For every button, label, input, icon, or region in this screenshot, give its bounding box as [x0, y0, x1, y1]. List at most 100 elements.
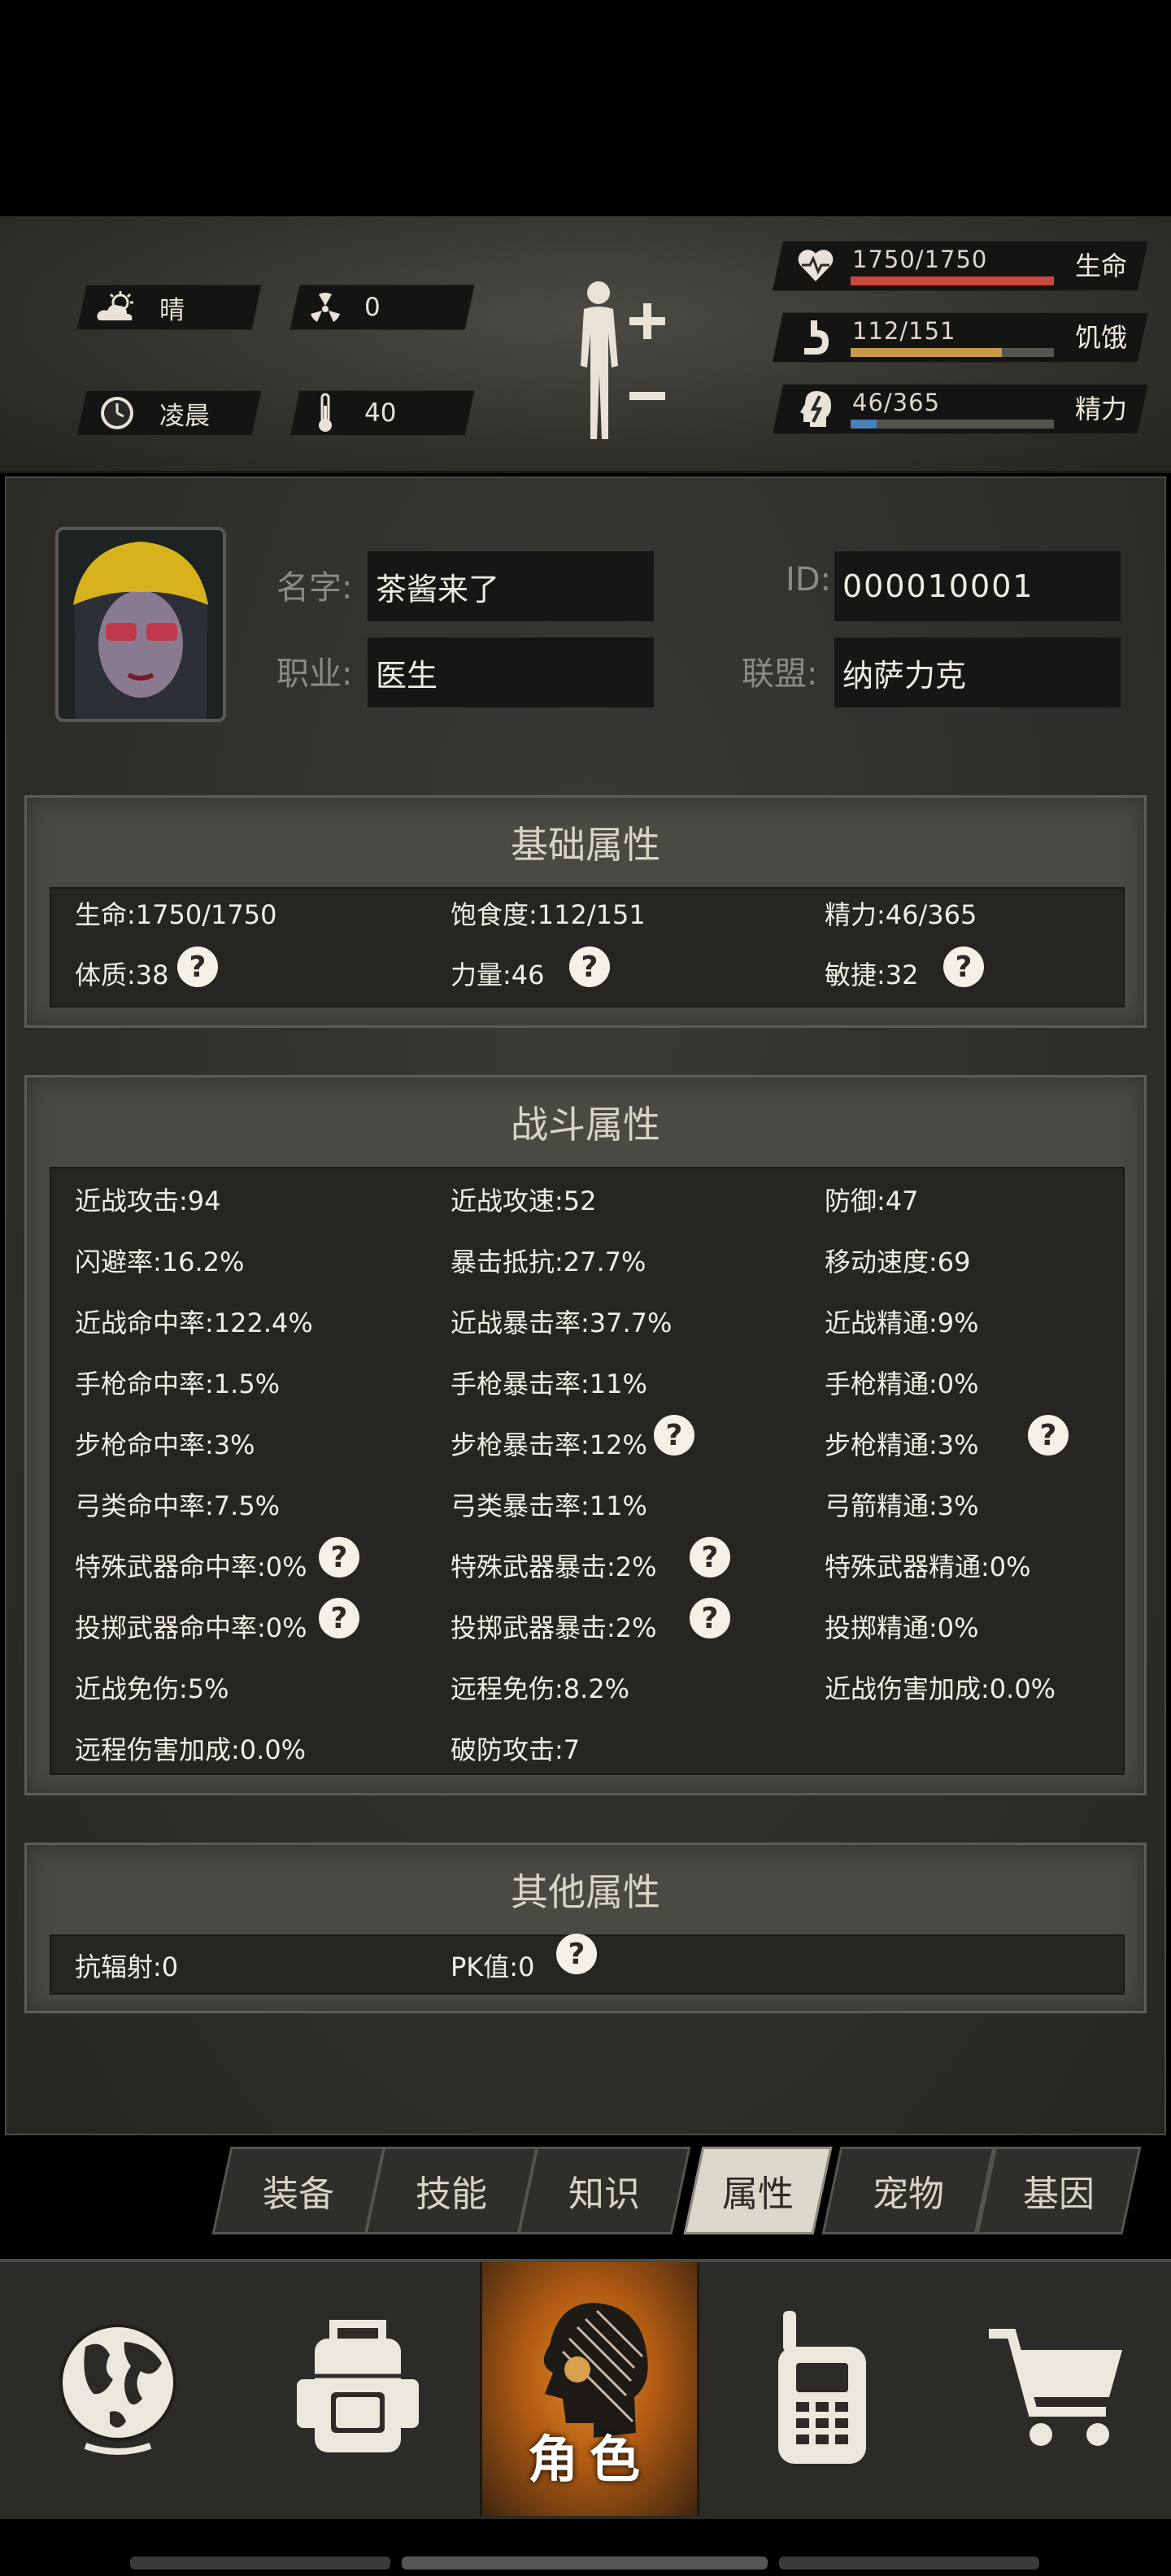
combat-stat: 移动速度:69 [825, 1247, 971, 1277]
name-label: 名字: [276, 569, 353, 607]
head-bolt-icon [795, 389, 836, 429]
combat-stat: 手枪精通:0% [825, 1368, 979, 1399]
help-constitution-icon[interactable]: ? [177, 946, 218, 987]
health-value: 1750/1750 [852, 246, 988, 273]
minus-icon [629, 392, 665, 400]
hunger-value: 112/151 [852, 317, 956, 345]
clock-icon [96, 392, 138, 434]
combat-stat: 弓类暴击率:11% [451, 1490, 647, 1521]
combat-stat: 近战暴击率:37.7% [451, 1308, 673, 1338]
alliance-label: 联盟: [742, 655, 818, 693]
globe-icon [53, 2314, 183, 2464]
tab-genes[interactable]: 基因 [976, 2147, 1142, 2234]
body-status-figure[interactable] [561, 276, 683, 447]
stat-energy: 精力:46/365 [825, 899, 977, 930]
combat-stat: 投掷武器命中率:0% [75, 1612, 307, 1643]
other-attributes-section: 其他属性 [24, 1843, 1147, 2013]
help-strength-icon[interactable]: ? [569, 946, 610, 987]
help-icon[interactable]: ? [654, 1415, 694, 1456]
heart-pulse-icon [795, 246, 836, 286]
alliance-field: 纳萨力克 [834, 637, 1121, 707]
attribute-tabs: 装备 技能 知识 属性 宠物 基因 [211, 2147, 1156, 2236]
combat-stat: 弓类命中率:7.5% [75, 1490, 281, 1521]
job-label: 职业: [276, 655, 353, 693]
tab-pets[interactable]: 宠物 [821, 2147, 995, 2234]
shopping-cart-icon [984, 2322, 1130, 2456]
combat-stat: 步枪命中率:3% [75, 1429, 255, 1460]
other-attributes-title: 其他属性 [511, 1870, 660, 1914]
energy-value: 46/365 [852, 389, 941, 416]
tab-equipment-label: 装备 [263, 2174, 334, 2215]
tab-equipment[interactable]: 装备 [211, 2147, 385, 2234]
combat-stat: 近战免伤:5% [75, 1673, 229, 1704]
help-icon[interactable]: ? [319, 1598, 359, 1638]
combat-stat: 破防攻击:7 [451, 1734, 581, 1765]
radiation-value: 0 [364, 293, 381, 322]
temperature-chip[interactable]: 40 [304, 390, 396, 436]
help-icon[interactable]: ? [319, 1537, 359, 1577]
combat-stat: 防御:47 [825, 1186, 919, 1216]
nav-character[interactable]: 角色 [480, 2262, 699, 2516]
stat-constitution: 体质:38 [75, 959, 169, 990]
nav-backpack[interactable] [236, 2262, 480, 2516]
tab-attributes[interactable]: 属性 [683, 2147, 833, 2234]
combat-attributes-title: 战斗属性 [511, 1103, 660, 1147]
stat-radiation-resist: 抗辐射:0 [75, 1952, 179, 1982]
health-bar-fill [851, 276, 1054, 285]
stomach-icon [795, 317, 836, 358]
tab-skills-label: 技能 [416, 2174, 487, 2215]
combat-stat: 弓箭精通:3% [825, 1490, 979, 1521]
combat-stat: 近战伤害加成:0.0% [825, 1673, 1056, 1704]
combat-stat: 步枪暴击率:12% [451, 1429, 647, 1460]
home-indicator[interactable] [402, 2556, 768, 2569]
combat-stat: 近战攻速:52 [451, 1186, 597, 1216]
tab-pets-label: 宠物 [873, 2174, 944, 2215]
combat-stat: 特殊武器精通:0% [825, 1551, 1031, 1582]
top-black-area [0, 0, 1171, 216]
walkie-talkie-icon [768, 2306, 874, 2472]
id-field: 000010001 [834, 551, 1121, 621]
energy-bar-fill [851, 420, 877, 429]
combat-stat: 近战精通:9% [825, 1308, 979, 1338]
cloud-sun-icon [96, 286, 138, 329]
id-label: ID: [786, 561, 832, 598]
radiation-chip[interactable]: 0 [304, 285, 381, 330]
tab-knowledge[interactable]: 知识 [517, 2147, 691, 2234]
weather-label: 晴 [159, 295, 185, 325]
health-label: 生命 [1075, 250, 1128, 281]
backpack-icon [289, 2314, 427, 2464]
avatar[interactable] [55, 527, 226, 722]
nav-shop[interactable] [943, 2262, 1171, 2516]
combat-stat: 近战攻击:94 [75, 1186, 221, 1216]
combat-stat: 特殊武器命中率:0% [75, 1551, 307, 1582]
tab-attributes-label: 属性 [722, 2174, 794, 2215]
tab-genes-label: 基因 [1023, 2174, 1095, 2215]
tab-skills[interactable]: 技能 [364, 2147, 538, 2234]
hunger-bar-fill [851, 348, 1002, 357]
help-icon[interactable]: ? [1028, 1415, 1069, 1456]
nav-character-label: 角色 [527, 2430, 651, 2489]
combat-stat: 特殊武器暴击:2% [451, 1551, 657, 1582]
vital-energy: 46/365 精力 [772, 384, 1151, 437]
help-pk-icon[interactable]: ? [556, 1934, 597, 1974]
help-icon[interactable]: ? [690, 1598, 730, 1638]
combat-stat: 步枪精通:3% [825, 1429, 979, 1460]
job-field: 医生 [368, 637, 654, 707]
tab-knowledge-label: 知识 [568, 2174, 640, 2215]
home-indicator-left [130, 2556, 390, 2569]
time-chip[interactable]: 凌晨 [96, 390, 210, 436]
combat-stat: 手枪命中率:1.5% [75, 1368, 281, 1399]
nav-world[interactable] [0, 2262, 236, 2516]
stat-pk-value: PK值:0 [451, 1952, 535, 1982]
weather-chip[interactable]: 晴 [96, 285, 185, 330]
hunger-label: 饥饿 [1075, 322, 1128, 353]
energy-label: 精力 [1075, 394, 1128, 424]
home-indicator-right [779, 2556, 1039, 2569]
nav-radio[interactable] [699, 2262, 943, 2516]
help-icon[interactable]: ? [690, 1537, 730, 1577]
combat-stat: 近战命中率:122.4% [75, 1308, 313, 1338]
help-agility-icon[interactable]: ? [943, 946, 984, 987]
radiation-icon [304, 286, 346, 329]
vital-health: 1750/1750 生命 [772, 241, 1151, 294]
time-label: 凌晨 [159, 401, 210, 431]
